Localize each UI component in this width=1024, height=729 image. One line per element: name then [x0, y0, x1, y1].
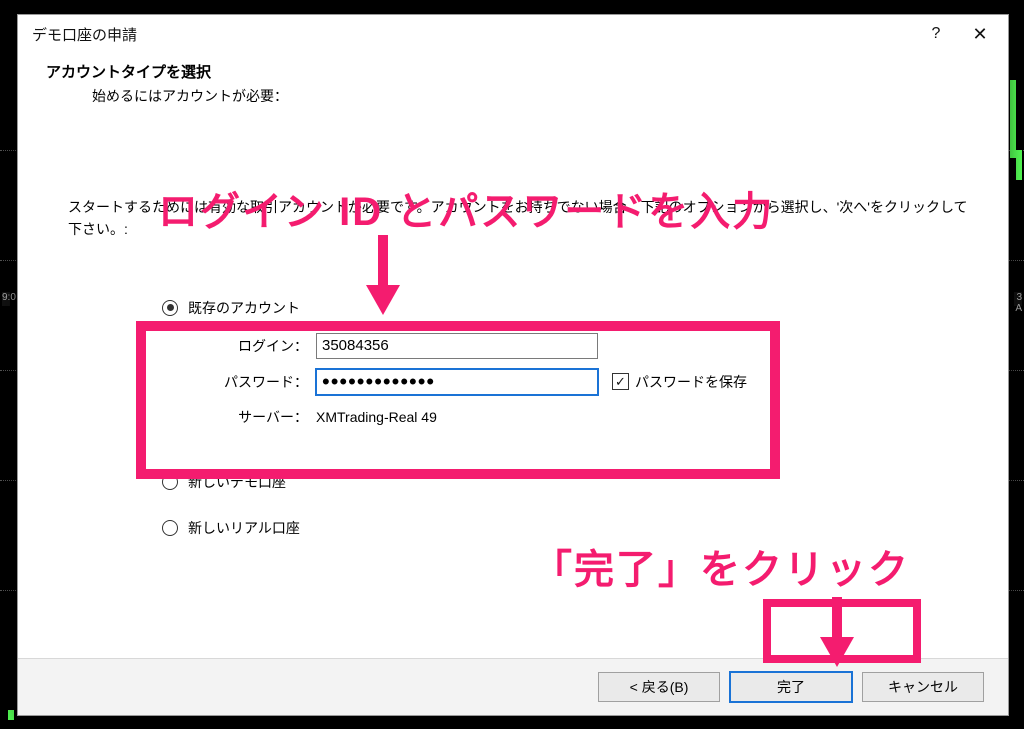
login-input[interactable]: [316, 333, 598, 359]
back-button[interactable]: < 戻る(B): [598, 672, 720, 702]
dialog-title: デモ口座の申請: [32, 24, 137, 45]
finish-button[interactable]: 完了: [730, 672, 852, 702]
password-label: パスワード：: [220, 372, 308, 392]
other-options: 新しいデモ口座 新しいリアル口座: [162, 467, 980, 543]
section-heading: アカウントタイプを選択: [46, 61, 980, 82]
server-row: サーバー： XMTrading-Real 49: [220, 407, 980, 427]
password-input[interactable]: [316, 369, 598, 395]
login-row: ログイン：: [220, 333, 980, 359]
help-button[interactable]: ?: [914, 19, 958, 49]
dialog-content: アカウントタイプを選択 始めるにはアカウントが必要： スタートするためには有効な…: [18, 53, 1008, 658]
cancel-button[interactable]: キャンセル: [862, 672, 984, 702]
annotation-arrow-2: [814, 593, 860, 673]
server-value: XMTrading-Real 49: [316, 409, 437, 425]
radio-icon: [162, 474, 178, 490]
radio-icon: [162, 520, 178, 536]
radio-label: 既存のアカウント: [188, 298, 300, 318]
radio-existing-account[interactable]: 既存のアカウント: [162, 293, 980, 323]
titlebar: デモ口座の申請 ? ✕: [18, 15, 1008, 53]
section-subheading: 始めるにはアカウントが必要：: [92, 86, 980, 106]
radio-new-demo[interactable]: 新しいデモ口座: [162, 467, 980, 497]
radio-label: 新しいリアル口座: [188, 518, 300, 538]
demo-account-dialog: デモ口座の申請 ? ✕ アカウントタイプを選択 始めるにはアカウントが必要： ス…: [17, 14, 1009, 716]
close-button[interactable]: ✕: [958, 19, 1002, 49]
server-label: サーバー：: [220, 407, 308, 427]
login-label: ログイン：: [220, 336, 308, 356]
annotation-login-text: ログイン ID とパスワードを入力: [158, 179, 774, 237]
existing-account-block: 既存のアカウント ログイン： パスワード： パスワードを保存 サーバー： XMT…: [162, 293, 980, 427]
radio-label: 新しいデモ口座: [188, 472, 286, 492]
annotation-arrow-1: [360, 231, 406, 321]
save-password-label: パスワードを保存: [635, 372, 747, 392]
save-password-checkbox[interactable]: [612, 373, 629, 390]
annotation-finish-text: 「完了」をクリック: [532, 537, 910, 595]
radio-icon: [162, 300, 178, 316]
password-row: パスワード： パスワードを保存: [220, 369, 980, 395]
